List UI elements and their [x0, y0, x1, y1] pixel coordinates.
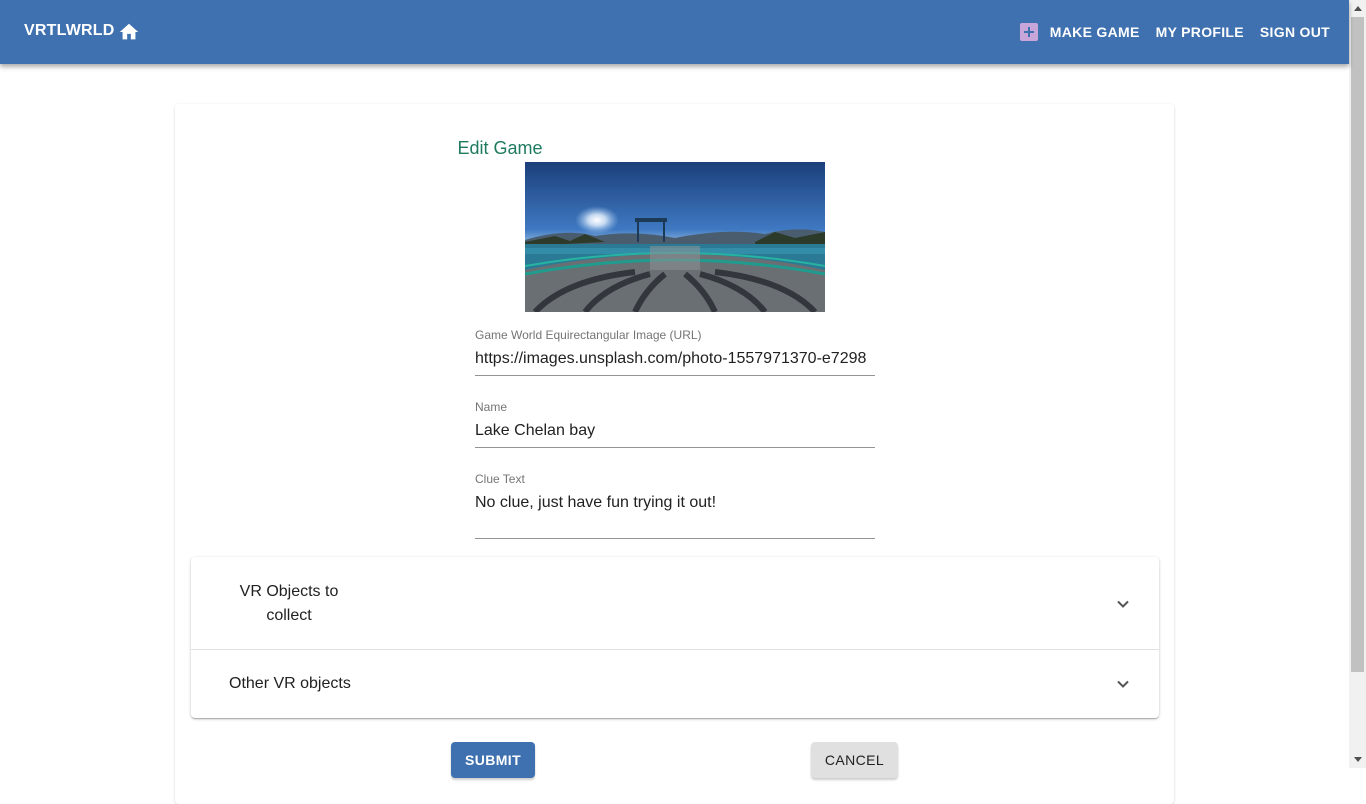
world-image-preview	[525, 162, 825, 312]
page-title: Edit Game	[457, 138, 543, 158]
image-url-input[interactable]: https://images.unsplash.com/photo-155797…	[475, 350, 875, 368]
name-underline	[475, 447, 875, 448]
clue-text-underline	[475, 538, 875, 539]
cancel-button[interactable]: CANCEL	[811, 742, 898, 778]
brand-title[interactable]: VRTLWRLD	[24, 22, 114, 40]
scroll-thumb[interactable]	[1351, 17, 1364, 672]
scroll-up-arrow-icon[interactable]	[1349, 0, 1366, 17]
panel-divider	[191, 649, 1159, 650]
scroll-down-arrow-icon[interactable]	[1349, 751, 1366, 768]
app-bar: VRTLWRLD MAKE GAME MY PROFILE SIGN OUT	[0, 0, 1349, 64]
clue-text-label: Clue Text	[475, 472, 525, 486]
my-profile-button[interactable]: MY PROFILE	[1156, 24, 1244, 40]
chevron-down-icon[interactable]	[1115, 596, 1131, 612]
panel-vr-objects-to-collect[interactable]: VR Objects to collect	[229, 580, 349, 628]
panel-other-vr-objects[interactable]: Other VR objects	[229, 672, 351, 696]
image-url-underline	[475, 375, 875, 376]
sign-out-button[interactable]: SIGN OUT	[1260, 24, 1330, 40]
make-game-button[interactable]: MAKE GAME	[1050, 24, 1140, 40]
name-input[interactable]: Lake Chelan bay	[475, 422, 875, 440]
nav-actions: MAKE GAME MY PROFILE SIGN OUT	[1019, 0, 1330, 64]
add-box-icon[interactable]	[1019, 23, 1038, 41]
scrollbar[interactable]	[1349, 0, 1366, 768]
home-icon[interactable]	[118, 21, 140, 43]
name-label: Name	[475, 400, 508, 414]
submit-button[interactable]: SUBMIT	[451, 742, 535, 778]
image-url-label: Game World Equirectangular Image (URL)	[475, 328, 702, 342]
clue-text-input[interactable]: No clue, just have fun trying it out!	[475, 494, 875, 512]
chevron-down-icon[interactable]	[1115, 676, 1131, 692]
